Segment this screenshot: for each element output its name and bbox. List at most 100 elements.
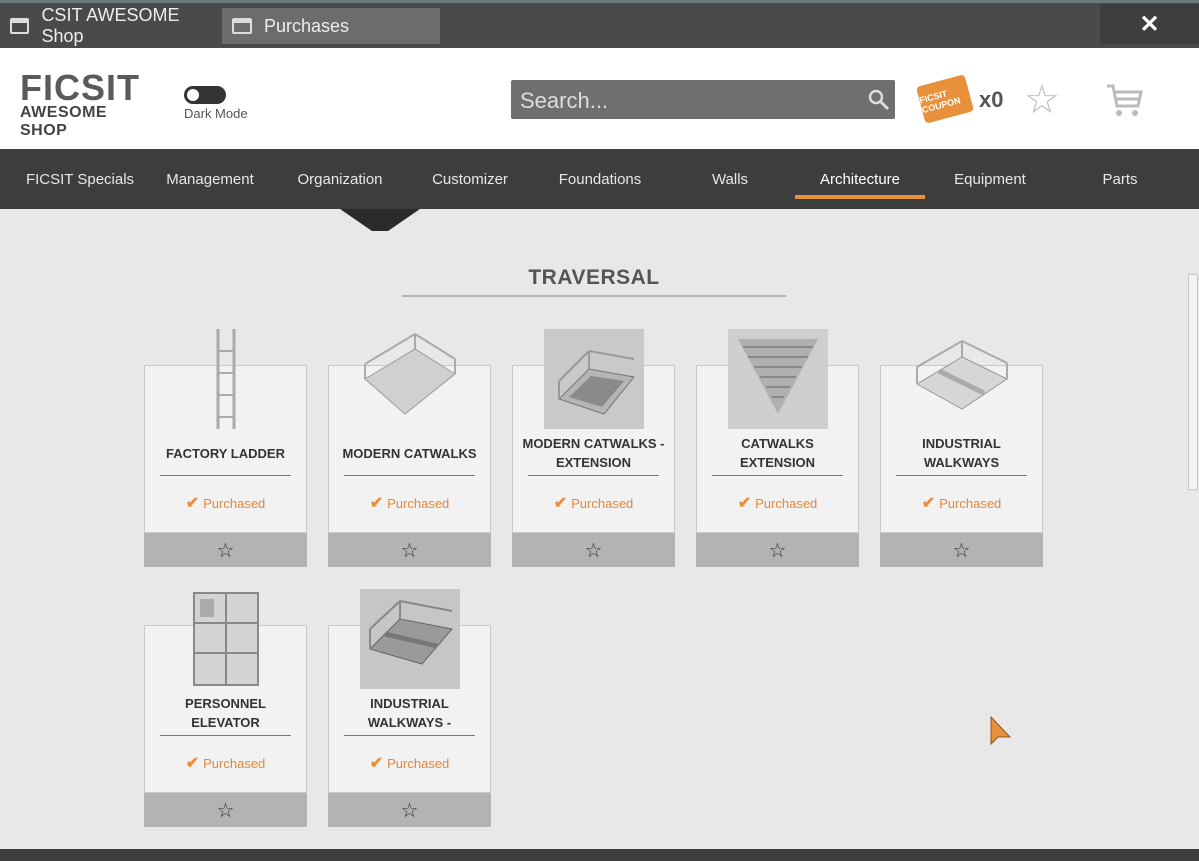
check-icon: ✔	[369, 495, 384, 512]
category-nav: FICSIT Specials Management Organization …	[0, 149, 1199, 209]
favorite-button[interactable]: ☆	[144, 793, 307, 827]
nav-label: Management	[166, 170, 254, 188]
search-box[interactable]	[511, 80, 895, 121]
product-name: CATWALKS EXTENSION	[739, 436, 816, 470]
nav-label: Architecture	[819, 170, 901, 188]
search-icon[interactable]	[867, 88, 891, 112]
logo-sub: AWESOME SHOP	[20, 104, 108, 139]
product-card[interactable]: PERSONNEL ELEVATOR ✔ Purchased ☆	[144, 589, 307, 827]
card-divider	[896, 475, 1027, 476]
product-name: FACTORY LADDER	[166, 445, 285, 461]
coupon-text: FICSIT COUPON	[918, 88, 962, 116]
product-card[interactable]: INDUSTRIAL WALKWAYS - ✔ Purchased ☆	[328, 589, 491, 827]
nav-item-management[interactable]: Management	[145, 149, 275, 209]
nav-item-customizer[interactable]: Customizer	[405, 149, 535, 209]
industrial-walkways-variant-image	[360, 589, 460, 689]
card-divider	[344, 475, 475, 476]
modern-catwalks-extension-image	[544, 329, 644, 429]
nav-item-equipment[interactable]: Equipment	[925, 149, 1055, 209]
status-badge: ✔ Purchased	[144, 493, 307, 513]
ficsit-logo: FICSIT AWESOME SHOP	[20, 67, 155, 140]
scrollbar-thumb[interactable]	[1188, 274, 1198, 490]
favorite-button[interactable]: ☆	[328, 793, 491, 827]
favorite-button[interactable]: ☆	[144, 533, 307, 567]
nav-label: Foundations	[558, 170, 642, 188]
window-titlebar: CSIT AWESOME Shop Purchases ✕	[0, 0, 1199, 48]
nav-item-organization[interactable]: Organization	[275, 149, 405, 209]
cart-icon[interactable]	[1104, 80, 1144, 120]
nav-item-parts[interactable]: Parts	[1055, 149, 1185, 209]
star-icon: ☆	[584, 539, 603, 562]
product-name: INDUSTRIAL WALKWAYS	[922, 436, 1001, 470]
tab-purchases[interactable]: Purchases	[222, 8, 440, 44]
footer-bar	[0, 849, 1199, 861]
nav-label: Parts	[1102, 170, 1138, 188]
product-card[interactable]: FACTORY LADDER ✔ Purchased ☆	[144, 329, 307, 567]
dark-mode-label: Dark Mode	[184, 106, 248, 121]
card-divider	[528, 475, 659, 476]
status-text: Purchased	[755, 496, 818, 511]
title-stripe	[0, 0, 1199, 3]
card-divider	[712, 475, 843, 476]
status-badge: ✔ Purchased	[328, 753, 491, 773]
catwalks-extension-image	[728, 329, 828, 429]
product-name: PERSONNEL ELEVATOR	[185, 696, 266, 730]
star-icon: ☆	[400, 539, 419, 562]
status-badge: ✔ Purchased	[512, 493, 675, 513]
search-input[interactable]	[511, 80, 862, 121]
nav-item-foundations[interactable]: Foundations	[535, 149, 665, 209]
modern-catwalks-image	[360, 329, 460, 429]
status-badge: ✔ Purchased	[144, 753, 307, 773]
status-text: Purchased	[387, 756, 450, 771]
nav-label: Customizer	[432, 170, 508, 188]
card-divider	[160, 735, 291, 736]
window-icon	[10, 18, 30, 34]
close-icon: ✕	[1139, 10, 1160, 38]
nav-label: Equipment	[954, 170, 1026, 188]
factory-ladder-image	[176, 329, 276, 429]
check-icon: ✔	[553, 495, 568, 512]
mouse-cursor-icon	[990, 716, 1012, 746]
dark-mode-toggle[interactable]	[184, 86, 226, 104]
section-title: TRAVERSAL	[528, 266, 660, 289]
favorite-button[interactable]: ☆	[880, 533, 1043, 567]
tab-label: CSIT AWESOME Shop	[41, 5, 180, 46]
product-name: INDUSTRIAL WALKWAYS -	[367, 696, 452, 730]
tab-label: Purchases	[264, 15, 350, 36]
nav-label: Organization	[297, 170, 383, 188]
status-text: Purchased	[387, 496, 450, 511]
check-icon: ✔	[369, 755, 384, 772]
industrial-walkways-image	[912, 329, 1012, 429]
tab-shop[interactable]: CSIT AWESOME Shop	[10, 5, 220, 46]
nav-label: Walls	[711, 170, 749, 188]
star-icon: ☆	[216, 799, 235, 822]
status-badge: ✔ Purchased	[880, 493, 1043, 513]
star-icon: ☆	[952, 539, 971, 562]
product-card[interactable]: MODERN CATWALKS ✔ Purchased ☆	[328, 329, 491, 567]
star-icon: ☆	[216, 539, 235, 562]
nav-item-fiscit-specials[interactable]: FICSIT Specials	[15, 149, 145, 209]
coupon-count: x0	[979, 87, 1004, 112]
status-text: Purchased	[203, 496, 266, 511]
favorites-star-icon[interactable]: ☆	[1024, 80, 1060, 120]
product-card[interactable]: CATWALKS EXTENSION ✔ Purchased ☆	[696, 329, 859, 567]
favorite-button[interactable]: ☆	[328, 533, 491, 567]
status-text: Purchased	[939, 496, 1002, 511]
nav-item-walls[interactable]: Walls	[665, 149, 795, 209]
favorite-button[interactable]: ☆	[696, 533, 859, 567]
nav-item-architecture[interactable]: Architecture	[795, 149, 925, 209]
favorite-button[interactable]: ☆	[512, 533, 675, 567]
nav-label: FICSIT Specials	[25, 170, 135, 188]
product-card[interactable]: INDUSTRIAL WALKWAYS ✔ Purchased ☆	[880, 329, 1043, 567]
star-icon: ☆	[400, 799, 419, 822]
product-card[interactable]: MODERN CATWALKS - EXTENSION ✔ Purchased ☆	[512, 329, 675, 567]
status-badge: ✔ Purchased	[328, 493, 491, 513]
status-text: Purchased	[203, 756, 266, 771]
window-icon	[232, 18, 252, 34]
product-name: MODERN CATWALKS	[342, 445, 477, 461]
item-image-partial	[340, 209, 420, 231]
section-divider	[402, 295, 786, 297]
close-button[interactable]: ✕	[1100, 4, 1199, 44]
logo-main: FICSIT	[20, 67, 140, 108]
check-icon: ✔	[921, 495, 936, 512]
